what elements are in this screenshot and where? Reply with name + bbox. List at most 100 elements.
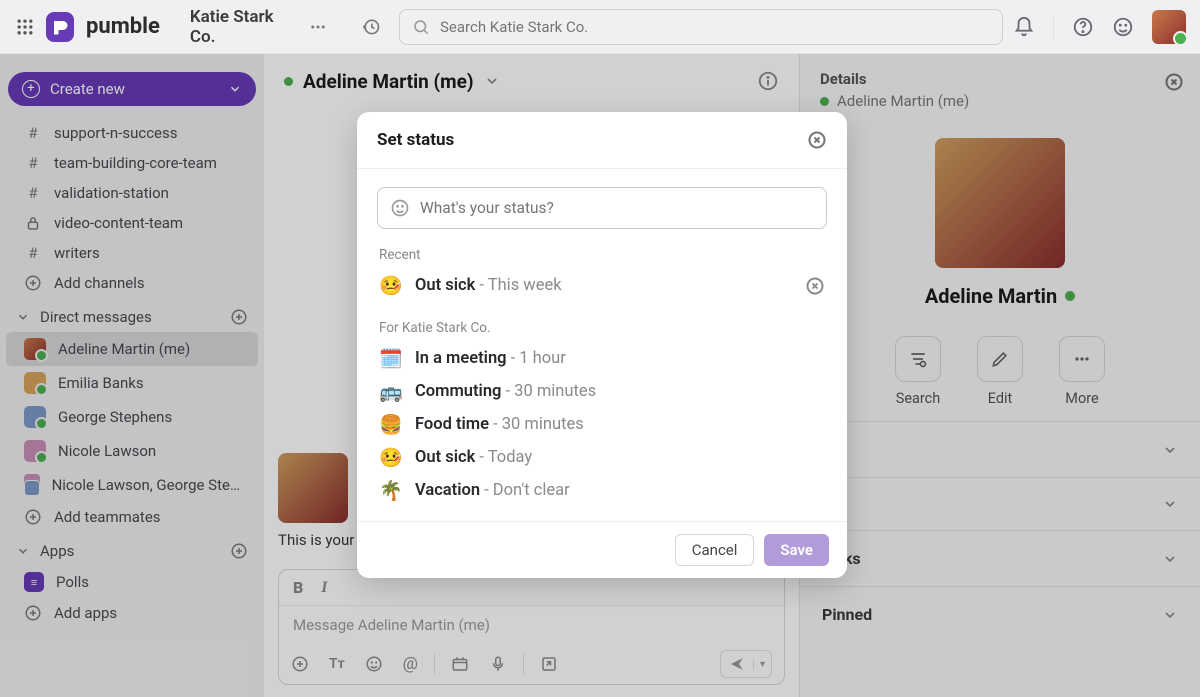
status-emoji: 🤒 [379, 274, 403, 297]
chevron-down-icon[interactable] [484, 73, 500, 89]
apps-header-label: Apps [40, 542, 74, 560]
set-status-modal: Set status Recent 🤒 Out sick - This week… [357, 112, 847, 578]
history-icon[interactable] [361, 17, 381, 37]
italic-button[interactable]: I [321, 579, 327, 597]
app-launcher-icon[interactable] [14, 15, 36, 39]
plus-circle-icon [24, 274, 42, 292]
brand-logo-icon [46, 12, 74, 42]
details-edit-action[interactable]: Edit [977, 336, 1023, 407]
dm-avatar [24, 474, 40, 496]
lock-icon [24, 214, 42, 232]
dm-item[interactable]: George Stephens [6, 400, 258, 434]
conversation-title[interactable]: Adeline Martin (me) [303, 70, 474, 93]
apps-section-header[interactable]: Apps [0, 532, 264, 566]
recent-label: Recent [379, 247, 827, 263]
channel-name: writers [54, 244, 100, 262]
hash-icon: # [24, 124, 42, 142]
info-icon[interactable] [757, 70, 779, 92]
details-section-pinned[interactable]: Pinned [800, 586, 1200, 642]
search-input[interactable] [440, 18, 990, 36]
save-button[interactable]: Save [764, 534, 829, 566]
add-dm-icon[interactable] [230, 308, 248, 326]
profile-name: Adeline Martin [925, 284, 1075, 308]
mic-icon[interactable] [489, 655, 507, 673]
message-composer: B I Message Adeline Martin (me) Tт @ [278, 569, 785, 685]
modal-title: Set status [377, 130, 454, 150]
emoji-picker-icon[interactable] [390, 198, 410, 218]
status-suggestion[interactable]: 🍔Food time - 30 minutes [377, 408, 827, 441]
workspace-name[interactable]: Katie Stark Co. [190, 7, 295, 47]
dm-avatar [24, 372, 46, 394]
channel-item[interactable]: # writers [6, 238, 258, 268]
text-format-icon[interactable]: Tт [329, 656, 345, 672]
app-label: Polls [56, 573, 89, 591]
details-section-1[interactable] [800, 477, 1200, 530]
channel-item[interactable]: #support-n-success [6, 118, 258, 148]
video-icon[interactable] [451, 655, 469, 673]
cancel-button[interactable]: Cancel [675, 534, 755, 566]
details-section-0[interactable]: t [800, 421, 1200, 477]
add-channels[interactable]: Add channels [6, 268, 258, 298]
dm-section-header[interactable]: Direct messages [0, 298, 264, 332]
add-teammates[interactable]: Add teammates [6, 502, 258, 532]
channel-name: video-content-team [54, 214, 183, 232]
dm-label: George Stephens [58, 408, 172, 426]
composer-input[interactable]: Message Adeline Martin (me) [279, 606, 784, 644]
hash-icon: # [24, 244, 42, 262]
details-more-action[interactable]: More [1059, 336, 1105, 407]
channel-item[interactable]: #team-building-core-team [6, 148, 258, 178]
add-app-icon[interactable] [230, 542, 248, 560]
search-icon [412, 18, 430, 36]
help-icon[interactable] [1072, 16, 1094, 38]
dm-label: Nicole Lawson [58, 442, 156, 460]
mention-icon[interactable]: @ [403, 654, 418, 674]
details-section-links[interactable]: Links [800, 530, 1200, 586]
send-button[interactable] [721, 656, 753, 672]
dm-item[interactable]: Nicole Lawson, George Ste… [6, 468, 258, 502]
details-pane: Details Adeline Martin (me) Adeline Mart… [800, 54, 1200, 697]
status-suggestion[interactable]: 🤒Out sick - Today [377, 441, 827, 474]
add-apps[interactable]: Add apps [6, 598, 258, 628]
emoji-picker-icon[interactable] [365, 655, 383, 673]
self-avatar [278, 453, 348, 523]
status-suggestion[interactable]: 🌴Vacation - Don't clear [377, 474, 827, 507]
details-title: Details [820, 70, 1180, 88]
close-modal-icon[interactable] [807, 130, 827, 150]
shortcut-icon[interactable] [540, 655, 558, 673]
chevron-down-icon [16, 544, 30, 558]
user-avatar[interactable] [1152, 10, 1186, 44]
status-emoji: 🗓️ [379, 347, 403, 370]
presence-indicator [1065, 291, 1075, 301]
workspace-menu-icon[interactable] [309, 18, 327, 36]
search-bar[interactable] [399, 9, 1003, 45]
notifications-icon[interactable] [1013, 16, 1035, 38]
bold-button[interactable]: B [293, 578, 303, 597]
dm-item[interactable]: Emilia Banks [6, 366, 258, 400]
recent-status-item[interactable]: 🤒 Out sick - This week [377, 269, 827, 302]
divider [1053, 15, 1054, 39]
details-sub-label: Adeline Martin (me) [837, 92, 969, 110]
status-suggestion[interactable]: 🗓️In a meeting - 1 hour [377, 342, 827, 375]
delete-status-icon[interactable] [805, 276, 825, 296]
status-emoji: 🍔 [379, 413, 403, 436]
close-details-icon[interactable] [1164, 72, 1184, 92]
dm-item[interactable]: Adeline Martin (me) [6, 332, 258, 366]
send-options[interactable]: ▾ [753, 659, 771, 670]
create-new-button[interactable]: + Create new [8, 72, 256, 106]
channel-item[interactable]: #validation-station [6, 178, 258, 208]
chevron-down-icon [228, 82, 242, 96]
channel-item[interactable]: video-content-team [6, 208, 258, 238]
emoji-icon[interactable] [1112, 16, 1134, 38]
sidebar-app-polls[interactable]: ≡ Polls [6, 566, 258, 598]
status-suggestion[interactable]: 🚌Commuting - 30 minutes [377, 375, 827, 408]
status-input[interactable] [420, 199, 814, 217]
add-apps-label: Add apps [54, 604, 117, 622]
attach-icon[interactable] [291, 655, 309, 673]
dm-item[interactable]: Nicole Lawson [6, 434, 258, 468]
topbar: pumble Katie Stark Co. [0, 0, 1200, 54]
details-search-action[interactable]: Search [895, 336, 941, 407]
pencil-icon [977, 336, 1023, 382]
status-input-wrapper[interactable] [377, 187, 827, 229]
search-filter-icon [895, 336, 941, 382]
chevron-down-icon [16, 310, 30, 324]
